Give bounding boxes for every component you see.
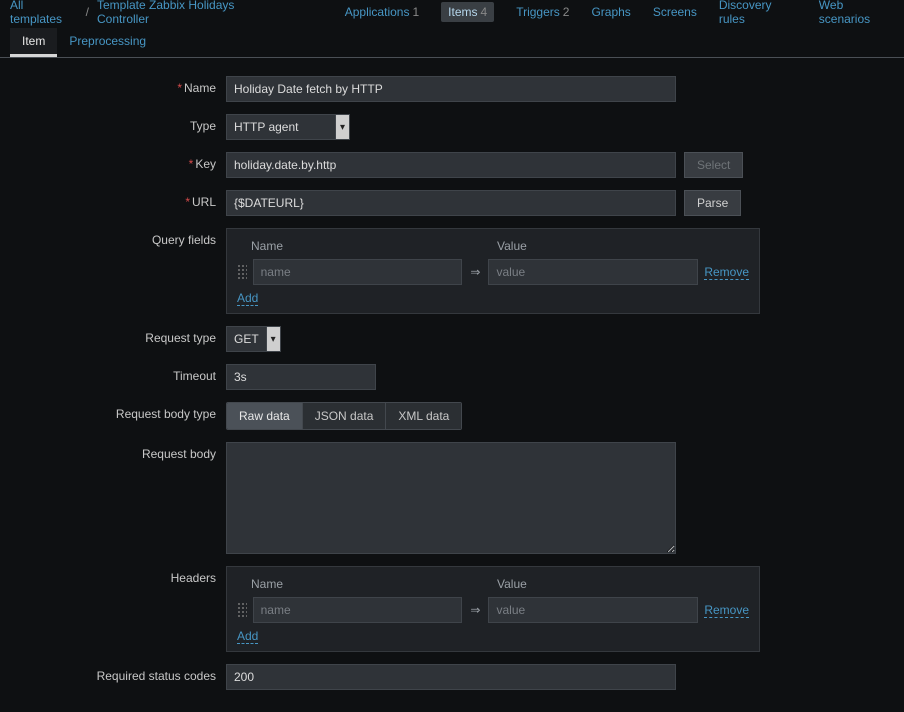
request-body-textarea[interactable] bbox=[226, 442, 676, 554]
query-fields-box: Name Value ⇒ Remove Add bbox=[226, 228, 760, 314]
nav-graphs[interactable]: Graphs bbox=[591, 5, 630, 19]
name-input[interactable] bbox=[226, 76, 676, 102]
timeout-input[interactable] bbox=[226, 364, 376, 390]
query-value-input[interactable] bbox=[488, 259, 698, 285]
label-request-body-type: Request body type bbox=[116, 407, 216, 421]
url-input[interactable] bbox=[226, 190, 676, 216]
body-type-json[interactable]: JSON data bbox=[303, 403, 387, 429]
tabs: Item Preprocessing bbox=[0, 28, 904, 58]
query-header-value: Value bbox=[497, 239, 527, 253]
header-add-link[interactable]: Add bbox=[237, 629, 258, 644]
arrow-icon: ⇒ bbox=[468, 603, 482, 617]
breadcrumb-separator: / bbox=[86, 5, 89, 19]
label-timeout: Timeout bbox=[173, 369, 216, 383]
select-button: Select bbox=[684, 152, 743, 178]
nav-items-count: 4 bbox=[481, 5, 488, 19]
nav-applications-count: 1 bbox=[412, 5, 419, 19]
headers-header-name: Name bbox=[251, 577, 481, 591]
nav-triggers[interactable]: Triggers bbox=[516, 5, 560, 19]
breadcrumb: All templates / Template Zabbix Holidays… bbox=[10, 0, 287, 26]
label-query-fields: Query fields bbox=[152, 233, 216, 247]
drag-handle-icon[interactable] bbox=[237, 602, 247, 618]
breadcrumb-template[interactable]: Template Zabbix Holidays Controller bbox=[97, 0, 287, 26]
header-remove-link[interactable]: Remove bbox=[704, 603, 749, 618]
key-input[interactable] bbox=[226, 152, 676, 178]
label-name: Name bbox=[184, 81, 216, 95]
headers-header-value: Value bbox=[497, 577, 527, 591]
query-name-input[interactable] bbox=[253, 259, 463, 285]
headers-box: Name Value ⇒ Remove Add bbox=[226, 566, 760, 652]
label-url: URL bbox=[192, 195, 216, 209]
query-field-row: ⇒ Remove bbox=[237, 259, 749, 285]
label-required-status-codes: Required status codes bbox=[97, 669, 216, 683]
label-headers: Headers bbox=[171, 571, 216, 585]
chevron-down-icon: ▾ bbox=[336, 114, 350, 140]
request-type-select[interactable]: GET ▾ bbox=[226, 326, 281, 352]
nav-links: Applications1 Items4 Triggers2 Graphs Sc… bbox=[345, 0, 894, 26]
label-key: Key bbox=[195, 157, 216, 171]
header-value-input[interactable] bbox=[488, 597, 698, 623]
body-type-group: Raw data JSON data XML data bbox=[226, 402, 462, 430]
type-select[interactable]: HTTP agent ▾ bbox=[226, 114, 350, 140]
label-type: Type bbox=[190, 119, 216, 133]
body-type-raw[interactable]: Raw data bbox=[227, 403, 303, 429]
chevron-down-icon: ▾ bbox=[267, 326, 281, 352]
nav-items[interactable]: Items4 bbox=[441, 2, 494, 22]
header-name-input[interactable] bbox=[253, 597, 463, 623]
tab-item[interactable]: Item bbox=[10, 28, 57, 57]
nav-discovery[interactable]: Discovery rules bbox=[719, 0, 797, 26]
query-add-link[interactable]: Add bbox=[237, 291, 258, 306]
top-nav: All templates / Template Zabbix Holidays… bbox=[0, 0, 904, 24]
label-request-body: Request body bbox=[142, 447, 216, 461]
nav-screens[interactable]: Screens bbox=[653, 5, 697, 19]
breadcrumb-all-templates[interactable]: All templates bbox=[10, 0, 78, 26]
drag-handle-icon[interactable] bbox=[237, 264, 247, 280]
arrow-icon: ⇒ bbox=[468, 265, 482, 279]
status-codes-input[interactable] bbox=[226, 664, 676, 690]
item-form: *Name Type HTTP agent ▾ *Key Select *URL… bbox=[0, 58, 904, 712]
nav-triggers-count: 2 bbox=[563, 5, 570, 19]
tab-preprocessing[interactable]: Preprocessing bbox=[57, 28, 158, 57]
parse-button[interactable]: Parse bbox=[684, 190, 741, 216]
header-field-row: ⇒ Remove bbox=[237, 597, 749, 623]
body-type-xml[interactable]: XML data bbox=[386, 403, 461, 429]
label-request-type: Request type bbox=[145, 331, 216, 345]
nav-web-scenarios[interactable]: Web scenarios bbox=[819, 0, 894, 26]
query-header-name: Name bbox=[251, 239, 481, 253]
nav-applications[interactable]: Applications bbox=[345, 5, 410, 19]
query-remove-link[interactable]: Remove bbox=[704, 265, 749, 280]
